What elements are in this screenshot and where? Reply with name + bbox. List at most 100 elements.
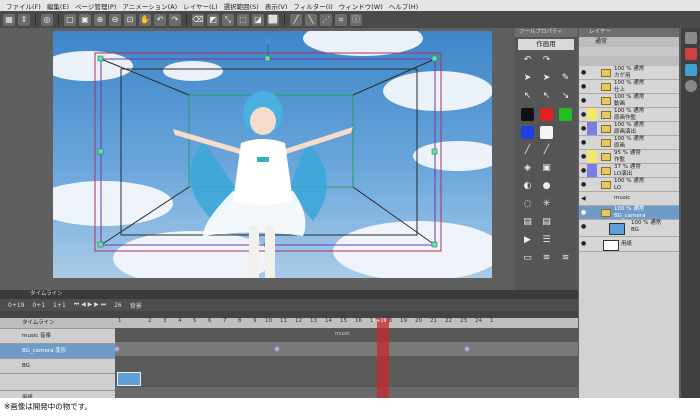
fill-icon[interactable]: ◩: [207, 13, 219, 26]
play-controls[interactable]: ⏮ ◀ ▶ ▶ ⏭: [74, 301, 106, 309]
track-music[interactable]: music 音楽: [0, 329, 115, 344]
menu-view[interactable]: 表示(V): [265, 1, 288, 11]
new-file-icon[interactable]: □: [64, 13, 76, 26]
move-tool-icon[interactable]: ➤: [521, 72, 534, 85]
perspective-icon[interactable]: ⋰: [320, 13, 332, 26]
undo-icon[interactable]: ↶: [154, 13, 166, 26]
layer-panel-tab[interactable]: レイヤー: [579, 28, 679, 37]
ruler-icon[interactable]: ╱: [290, 13, 302, 26]
layer-item[interactable]: ● 100 % 通常 原画演出: [579, 122, 679, 136]
eye-icon[interactable]: ●: [581, 69, 586, 76]
layer-item[interactable]: ● 100 % 通常 BG: [579, 220, 679, 237]
fill-tool-icon[interactable]: ◈: [521, 162, 534, 175]
arrow-tool-icon[interactable]: ↖: [521, 90, 534, 103]
tool-palette-title[interactable]: 作画用: [518, 39, 574, 50]
menu-file[interactable]: ファイル(F): [6, 1, 41, 11]
menu-edit[interactable]: 編集(E): [47, 1, 69, 11]
menu-page[interactable]: ページ管理(P): [75, 1, 116, 11]
circle-tool-icon[interactable]: ●: [540, 180, 553, 193]
layer-item[interactable]: ● 100 % 通常 カゲ用: [579, 66, 679, 80]
layer-item[interactable]: ● 用紙: [579, 237, 679, 252]
keyframe-marker[interactable]: [274, 346, 280, 352]
layer-item[interactable]: ● 37 % 通常 LO演出: [579, 164, 679, 178]
color-icon[interactable]: [684, 64, 697, 76]
menu-window[interactable]: ウィンドウ(W): [339, 1, 383, 11]
arrow-tool-icon[interactable]: ↖: [540, 90, 553, 103]
layer-item[interactable]: ● 100 % 通常 LO: [579, 178, 679, 192]
track-paper[interactable]: 用紙: [0, 391, 115, 398]
zoom-in-icon[interactable]: ⊕: [94, 13, 106, 26]
keyframe-marker[interactable]: [114, 346, 120, 352]
layer-item-selected[interactable]: ● 100 % 通常 BG_camera: [579, 206, 679, 220]
doc-tool-icon[interactable]: ▭: [521, 252, 534, 265]
eye-icon[interactable]: ●: [581, 97, 586, 104]
transform-icon[interactable]: ⤡: [222, 13, 234, 26]
blend-mode-select[interactable]: 通常: [579, 37, 679, 47]
list-tool-icon[interactable]: ☰: [540, 234, 553, 247]
fit-icon[interactable]: ⊡: [124, 13, 136, 26]
arrow-tool-icon[interactable]: ↘: [559, 90, 572, 103]
redo-icon[interactable]: ↷: [540, 54, 553, 67]
folder-tool-icon[interactable]: ▤: [521, 216, 534, 229]
color-green-swatch[interactable]: [559, 108, 572, 121]
layer-item[interactable]: ● 100 % 通常 原画作監: [579, 108, 679, 122]
brush-tool-icon[interactable]: ╱: [521, 144, 534, 157]
snap-icon[interactable]: ╲: [305, 13, 317, 26]
eraser-tool-icon[interactable]: ◐: [521, 180, 534, 193]
color-blue-swatch[interactable]: [521, 126, 534, 139]
folder-tool-icon[interactable]: ▤: [540, 216, 553, 229]
redo-icon[interactable]: ↷: [169, 13, 181, 26]
menu-animation[interactable]: アニメーション(A): [122, 1, 177, 11]
invert-icon[interactable]: ◪: [252, 13, 264, 26]
pointer-icon[interactable]: ⇕: [18, 13, 30, 26]
brush-tool-icon[interactable]: ╱: [540, 144, 553, 157]
layer-options-bar[interactable]: [579, 56, 679, 66]
drop-icon[interactable]: [684, 80, 697, 92]
eye-icon[interactable]: ●: [581, 240, 586, 247]
timeline-tab[interactable]: タイムライン: [0, 290, 578, 299]
camera-frame-overlay[interactable]: [53, 31, 492, 278]
frame-counter[interactable]: 0+19: [8, 302, 24, 309]
track-bg-camera[interactable]: BG_camera 変形: [0, 344, 115, 359]
layer-item[interactable]: ● 95 % 通常 作監: [579, 150, 679, 164]
opacity-slider[interactable]: [579, 47, 679, 56]
color-white-swatch[interactable]: [540, 126, 553, 139]
eye-icon[interactable]: ●: [581, 125, 586, 132]
clear-icon[interactable]: ⌫: [192, 13, 204, 26]
pen-tool-icon[interactable]: ✎: [559, 72, 572, 85]
frame-counter[interactable]: 1+1: [53, 302, 66, 309]
layer-item[interactable]: ● 100 % 通常 仕上: [579, 80, 679, 94]
eye-icon[interactable]: ●: [581, 209, 586, 216]
deselect-icon[interactable]: ⬚: [237, 13, 249, 26]
play-tool-icon[interactable]: ▶: [521, 234, 534, 247]
tool-palette-tab[interactable]: ツールプロパティ: [515, 28, 577, 37]
eye-icon[interactable]: ●: [581, 223, 586, 230]
playhead[interactable]: 0+19: [373, 318, 389, 398]
eye-icon[interactable]: ●: [581, 181, 586, 188]
menu-help[interactable]: ヘルプ(H): [389, 1, 418, 11]
color-red-swatch[interactable]: [540, 108, 553, 121]
zoom-out-icon[interactable]: ⊖: [109, 13, 121, 26]
eye-icon[interactable]: ●: [581, 153, 586, 160]
menu-filter[interactable]: フィルター(I): [293, 1, 332, 11]
gradient-tool-icon[interactable]: ▣: [540, 162, 553, 175]
eye-icon[interactable]: ●: [581, 111, 586, 118]
lasso-tool-icon[interactable]: ◌: [521, 198, 534, 211]
palette-icon[interactable]: [684, 48, 697, 60]
eye-icon[interactable]: ●: [581, 167, 586, 174]
undo-icon[interactable]: ↶: [521, 54, 534, 67]
timeline-frames[interactable]: 1 2 3 4 5 6 7 8 9 10 11 12 13 14 15 16 1…: [114, 318, 578, 398]
sparkle-tool-icon[interactable]: ✳: [540, 198, 553, 211]
music-layer[interactable]: ◀ music: [579, 192, 679, 206]
eye-icon[interactable]: ●: [581, 139, 586, 146]
frame-rate[interactable]: 26: [114, 302, 122, 309]
keyframe-marker[interactable]: [464, 346, 470, 352]
layer-item[interactable]: ● 100 % 通常 動画: [579, 94, 679, 108]
wave-tool-icon[interactable]: ≋: [540, 252, 553, 265]
color-black-swatch[interactable]: [521, 108, 534, 121]
mesh-icon[interactable]: ⌗: [335, 13, 347, 26]
timeline-select[interactable]: 背景: [130, 301, 142, 310]
menu-select[interactable]: 選択範囲(S): [224, 1, 259, 11]
hand-icon[interactable]: ✋: [139, 13, 151, 26]
track-thumbnail[interactable]: [0, 374, 115, 391]
